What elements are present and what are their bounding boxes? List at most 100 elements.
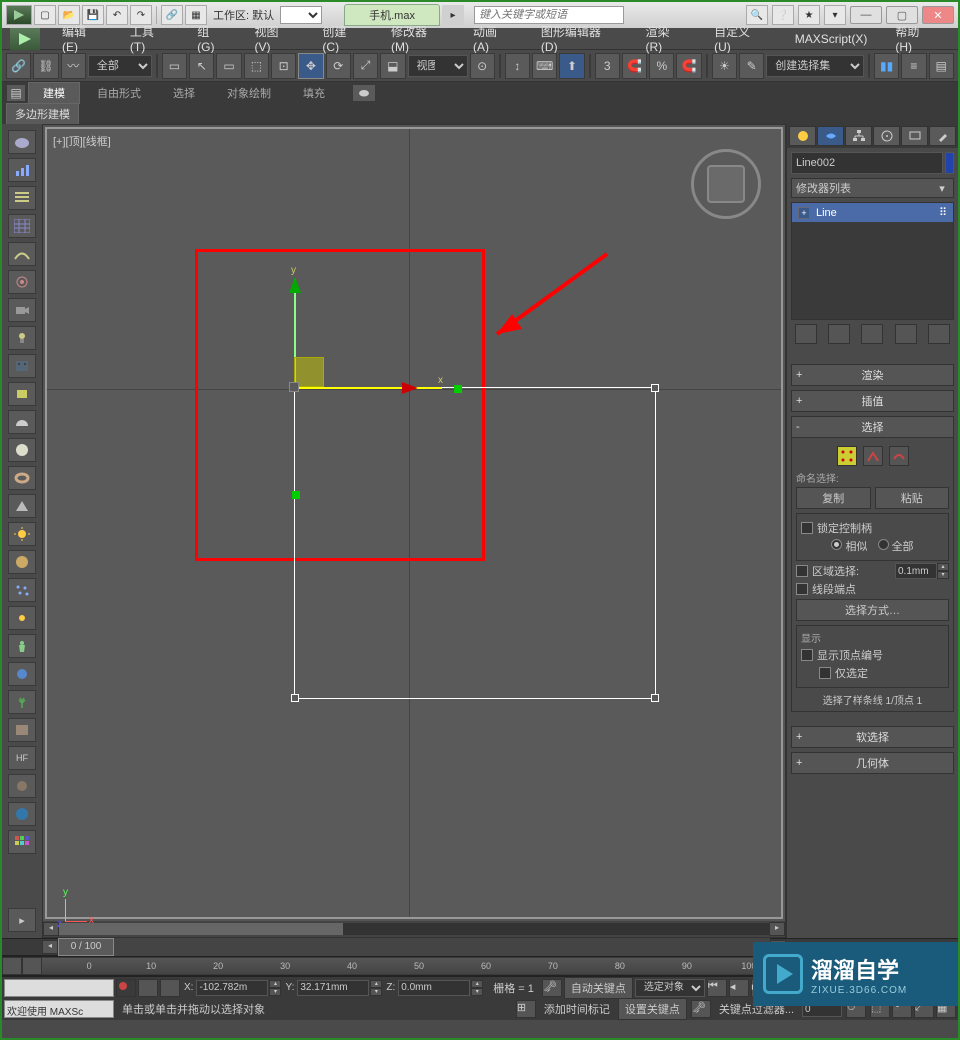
section-header-softsel[interactable]: +软选择 [791,726,954,748]
tab-nav-icon[interactable]: ▸ [442,5,464,25]
workspace-select[interactable] [280,6,322,24]
vertex-subobj-icon[interactable] [837,446,857,466]
new-icon[interactable]: ▢ [34,5,56,25]
person-icon[interactable] [8,634,36,658]
spline-object[interactable] [294,387,656,699]
texture-icon[interactable] [8,718,36,742]
lock-handles-checkbox[interactable] [801,522,813,534]
coord-z-input[interactable] [398,980,470,996]
place-tool-icon[interactable]: ⬓ [380,53,405,79]
key-filter-icon[interactable]: 🗝 [691,1000,711,1018]
snap-toggle-icon[interactable]: ⬆ [559,53,584,79]
utilities-tab-icon[interactable] [929,126,956,146]
coord-x-input[interactable] [196,980,268,996]
menu-tools[interactable]: 工具(T) [116,23,183,54]
menu-create[interactable]: 创建(C) [308,23,377,54]
create-selection-set[interactable]: 创建选择集 [766,55,864,77]
gizmo-handle[interactable] [292,491,300,499]
select-region-icon[interactable]: ⬚ [244,53,269,79]
torus-icon[interactable] [8,466,36,490]
object-name-input[interactable] [791,152,943,174]
time-tag-icon[interactable]: ⊞ [516,1000,536,1018]
coord-y-input[interactable] [297,980,369,996]
show-end-result-icon[interactable] [828,324,850,344]
hf-icon[interactable]: HF [8,746,36,770]
search-icon[interactable]: 🔍 [746,5,768,25]
named-sel-sets-icon[interactable]: ☀ [712,53,737,79]
stack-item-menu-icon[interactable]: ⠿ [939,206,947,219]
search-input[interactable] [474,6,624,24]
select-object-icon[interactable]: ▭ [162,53,187,79]
menu-animation[interactable]: 动画(A) [459,23,527,54]
prev-frame-icon[interactable]: ◂ [729,979,749,997]
viewport-hscroll[interactable]: ◂ ▸ [43,921,785,937]
camera-icon[interactable] [8,298,36,322]
teapot-icon[interactable] [8,130,36,154]
link-tool-icon[interactable]: 🔗 [6,53,31,79]
remove-modifier-icon[interactable] [895,324,917,344]
key-toggle-icon[interactable] [116,979,136,997]
particles-icon[interactable] [8,578,36,602]
menu-group[interactable]: 组(G) [183,23,240,54]
snap-spinner-icon[interactable]: 🧲 [676,53,701,79]
application-button[interactable] [10,28,40,50]
keyboard-icon[interactable]: ⌨ [532,53,557,79]
menu-view[interactable]: 视图(V) [240,23,308,54]
window-crossing-icon[interactable]: ⊡ [271,53,296,79]
abs-rel-icon[interactable] [160,979,180,997]
film-icon[interactable] [8,354,36,378]
select-cursor-icon[interactable]: ↖ [189,53,214,79]
vertex-handle[interactable] [291,694,299,702]
tab-modeling[interactable]: 建模 [28,82,80,104]
list-icon[interactable] [8,186,36,210]
object-color-swatch[interactable] [945,152,954,174]
gold-sphere-icon[interactable] [8,550,36,574]
link-icon[interactable]: 🔗 [161,5,183,25]
graph-icon[interactable] [8,158,36,182]
section-header-selection[interactable]: -选择 [791,416,954,438]
section-header-interp[interactable]: +插值 [791,390,954,412]
pin-stack-icon[interactable] [795,324,817,344]
edit-named-sel-icon[interactable]: ✎ [739,53,764,79]
menu-render[interactable]: 渲染(R) [631,23,700,54]
stack-item-line[interactable]: + Line ⠿ [792,203,953,222]
vertex-handle[interactable] [651,384,659,392]
section-header-geometry[interactable]: +几何体 [791,752,954,774]
expand-icon[interactable]: + [798,207,810,219]
menu-customize[interactable]: 自定义(U) [700,23,781,54]
motion-tab-icon[interactable] [873,126,900,146]
dome-icon[interactable] [8,410,36,434]
menu-graph[interactable]: 图形编辑器(D) [527,23,632,54]
save-icon[interactable]: 💾 [82,5,104,25]
sun-icon[interactable] [8,522,36,546]
maximize-button[interactable]: ▢ [886,6,918,24]
app-menu-button[interactable] [6,5,32,25]
ref-coord-select[interactable]: 视图 [408,55,468,77]
planet-icon[interactable] [8,774,36,798]
box-icon[interactable] [8,382,36,406]
curve-icon[interactable] [8,242,36,266]
move-tool-icon[interactable]: ✥ [298,53,323,79]
menu-maxscript[interactable]: MAXScript(X) [781,32,882,46]
scroll-right-icon[interactable]: ▸ [769,922,785,936]
grid-icon[interactable] [8,214,36,238]
create-tab-icon[interactable] [789,126,816,146]
make-unique-icon[interactable] [861,324,883,344]
help-icon[interactable]: ❔ [772,5,794,25]
dropdown-icon[interactable]: ▾ [824,5,846,25]
tab-selection[interactable]: 选择 [158,82,210,104]
gear-blue-icon[interactable] [8,662,36,686]
configure-sets-icon[interactable] [928,324,950,344]
viewport-label[interactable]: [+][顶][线框] [53,133,111,149]
selected-object-select[interactable]: 选定对象 [635,979,705,997]
undo-icon[interactable]: ↶ [106,5,128,25]
viewport-top[interactable]: [+][顶][线框] [45,127,783,919]
tab-populate[interactable]: 填充 [288,82,340,104]
bind-tool-icon[interactable]: 〰 [61,53,86,79]
ribbon-toggle-icon[interactable]: ▤ [6,84,26,102]
area-select-checkbox[interactable] [796,565,808,577]
snap-percent-icon[interactable]: % [649,53,674,79]
tab-object-paint[interactable]: 对象绘制 [212,82,286,104]
scale-tool-icon[interactable]: ⤢ [353,53,378,79]
area-value-input[interactable] [895,563,937,579]
